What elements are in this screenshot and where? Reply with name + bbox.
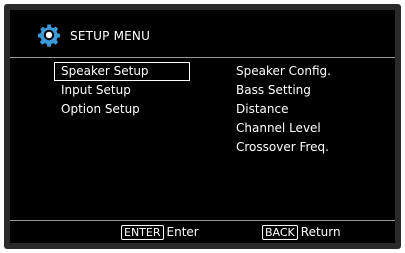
key-hint-bar: ENTER Enter BACK Return: [10, 222, 395, 243]
submenu-item-speaker-config: Speaker Config.: [236, 64, 331, 78]
setup-menu-window: SETUP MENU Speaker Setup Input Setup Opt…: [0, 0, 405, 253]
menu-item-option-setup[interactable]: Option Setup: [54, 100, 194, 119]
menu-header: SETUP MENU: [10, 10, 395, 56]
back-hint[interactable]: BACK Return: [262, 222, 341, 243]
page-title: SETUP MENU: [70, 29, 151, 43]
back-key-badge: BACK: [262, 225, 298, 240]
submenu-item-crossover-freq: Crossover Freq.: [236, 140, 329, 154]
screen-bezel: SETUP MENU Speaker Setup Input Setup Opt…: [4, 4, 401, 249]
enter-key-badge: ENTER: [121, 225, 164, 240]
enter-hint[interactable]: ENTER Enter: [121, 222, 199, 243]
setup-screen: SETUP MENU Speaker Setup Input Setup Opt…: [10, 10, 395, 243]
submenu-item-bass-setting: Bass Setting: [236, 83, 311, 97]
submenu-item-channel-level: Channel Level: [236, 121, 321, 135]
footer-divider: [10, 220, 395, 221]
main-menu-list: Speaker Setup Input Setup Option Setup: [54, 62, 194, 119]
gear-icon: [37, 24, 61, 47]
submenu-preview-list: Speaker Config. Bass Setting Distance Ch…: [236, 62, 386, 157]
menu-item-input-setup[interactable]: Input Setup: [54, 81, 194, 100]
menu-item-speaker-setup[interactable]: Speaker Setup: [54, 62, 190, 81]
enter-hint-label: Enter: [166, 225, 199, 239]
header-divider: [10, 57, 395, 58]
submenu-item-distance: Distance: [236, 102, 289, 116]
back-hint-label: Return: [300, 225, 341, 239]
